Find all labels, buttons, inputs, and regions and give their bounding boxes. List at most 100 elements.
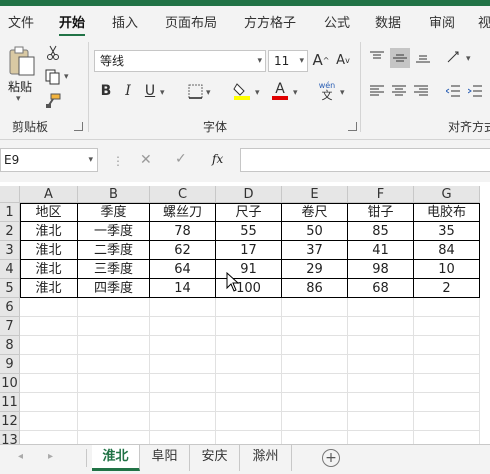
underline-dropdown-icon[interactable]: ▾ [160, 88, 165, 98]
enter-icon[interactable]: ✓ [175, 151, 187, 167]
increase-font-icon[interactable]: A ^ [312, 50, 330, 70]
cell-a1[interactable]: 地区 [20, 203, 78, 222]
cell-b1[interactable]: 季度 [78, 203, 150, 222]
cancel-icon[interactable]: ✕ [140, 152, 152, 168]
row-header-6[interactable]: 6 [0, 298, 20, 317]
cut-icon[interactable] [44, 44, 62, 62]
row-header-7[interactable]: 7 [0, 317, 20, 336]
sheet-tab-chuzhou[interactable]: 滁州 [240, 445, 292, 471]
paste-dropdown-icon[interactable]: ▾ [16, 94, 21, 104]
decrease-font-icon[interactable]: Av [334, 50, 352, 70]
cell-f3[interactable]: 41 [348, 241, 414, 260]
column-header-g[interactable]: G [414, 186, 480, 203]
row-header-12[interactable]: 12 [0, 412, 20, 431]
cell-d7[interactable] [216, 317, 282, 336]
cell-a11[interactable] [20, 393, 78, 412]
cell-c4[interactable]: 64 [150, 260, 216, 279]
cell-c7[interactable] [150, 317, 216, 336]
cell-a10[interactable] [20, 374, 78, 393]
copy-icon[interactable] [44, 68, 62, 86]
tab-formulas[interactable]: 公式 [324, 12, 350, 31]
cell-b11[interactable] [78, 393, 150, 412]
fill-color-icon[interactable] [232, 80, 252, 102]
cell-c5[interactable]: 14 [150, 279, 216, 298]
align-left-icon[interactable] [368, 82, 386, 100]
cell-c2[interactable]: 78 [150, 222, 216, 241]
phonetic-guide-icon[interactable]: wén 文 [316, 80, 338, 102]
align-bottom-icon[interactable] [414, 48, 432, 66]
cell-d2[interactable]: 55 [216, 222, 282, 241]
cell-d10[interactable] [216, 374, 282, 393]
font-size-combo[interactable]: 11 ▾ [268, 50, 308, 72]
cell-g5[interactable]: 2 [414, 279, 480, 298]
cell-c10[interactable] [150, 374, 216, 393]
column-header-a[interactable]: A [20, 186, 78, 203]
row-header-9[interactable]: 9 [0, 355, 20, 374]
tab-file[interactable]: 文件 [8, 12, 34, 31]
format-painter-icon[interactable] [44, 92, 62, 110]
borders-icon[interactable] [186, 82, 204, 100]
clipboard-launcher-icon[interactable] [74, 122, 83, 131]
cell-b5[interactable]: 四季度 [78, 279, 150, 298]
row-header-2[interactable]: 2 [0, 222, 20, 241]
decrease-indent-icon[interactable] [444, 82, 462, 100]
cell-c3[interactable]: 62 [150, 241, 216, 260]
cell-e9[interactable] [282, 355, 348, 374]
cell-b6[interactable] [78, 298, 150, 317]
row-header-5[interactable]: 5 [0, 279, 20, 298]
select-all-corner[interactable] [0, 186, 20, 203]
cell-g11[interactable] [414, 393, 480, 412]
font-name-combo[interactable]: 等线 ▾ [94, 50, 266, 72]
cell-b3[interactable]: 二季度 [78, 241, 150, 260]
fill-color-dropdown-icon[interactable]: ▾ [255, 88, 260, 98]
row-header-4[interactable]: 4 [0, 260, 20, 279]
tab-fangfang[interactable]: 方方格子 [244, 12, 296, 31]
increase-indent-icon[interactable] [466, 82, 484, 100]
cell-d12[interactable] [216, 412, 282, 431]
font-color-dropdown-icon[interactable]: ▾ [293, 88, 298, 98]
underline-button[interactable]: U [142, 82, 158, 100]
cell-b8[interactable] [78, 336, 150, 355]
cell-g7[interactable] [414, 317, 480, 336]
orientation-icon[interactable] [444, 48, 464, 66]
cell-e1[interactable]: 卷尺 [282, 203, 348, 222]
cell-a8[interactable] [20, 336, 78, 355]
add-sheet-icon[interactable]: + [322, 449, 340, 467]
cell-d8[interactable] [216, 336, 282, 355]
cell-f10[interactable] [348, 374, 414, 393]
borders-dropdown-icon[interactable]: ▾ [206, 88, 211, 98]
cell-g6[interactable] [414, 298, 480, 317]
cell-a5[interactable]: 淮北 [20, 279, 78, 298]
column-header-c[interactable]: C [150, 186, 216, 203]
cell-c11[interactable] [150, 393, 216, 412]
bold-button[interactable]: B [98, 82, 114, 100]
cell-e7[interactable] [282, 317, 348, 336]
tab-review[interactable]: 审阅 [429, 12, 455, 31]
cell-e4[interactable]: 29 [282, 260, 348, 279]
cell-e10[interactable] [282, 374, 348, 393]
cell-f7[interactable] [348, 317, 414, 336]
cell-b2[interactable]: 一季度 [78, 222, 150, 241]
cell-f5[interactable]: 68 [348, 279, 414, 298]
cell-e11[interactable] [282, 393, 348, 412]
cell-a2[interactable]: 淮北 [20, 222, 78, 241]
cell-c1[interactable]: 螺丝刀 [150, 203, 216, 222]
row-header-11[interactable]: 11 [0, 393, 20, 412]
cell-e3[interactable]: 37 [282, 241, 348, 260]
cell-c6[interactable] [150, 298, 216, 317]
cell-e8[interactable] [282, 336, 348, 355]
cell-a3[interactable]: 淮北 [20, 241, 78, 260]
row-header-3[interactable]: 3 [0, 241, 20, 260]
cell-a6[interactable] [20, 298, 78, 317]
scroll-right-icon[interactable]: ▸ [48, 451, 53, 462]
cell-f9[interactable] [348, 355, 414, 374]
cell-d9[interactable] [216, 355, 282, 374]
cell-d3[interactable]: 17 [216, 241, 282, 260]
align-right-icon[interactable] [412, 82, 430, 100]
cell-b10[interactable] [78, 374, 150, 393]
tab-insert[interactable]: 插入 [112, 12, 138, 31]
cell-a7[interactable] [20, 317, 78, 336]
column-header-b[interactable]: B [78, 186, 150, 203]
tab-data[interactable]: 数据 [375, 12, 401, 31]
cell-d1[interactable]: 尺子 [216, 203, 282, 222]
